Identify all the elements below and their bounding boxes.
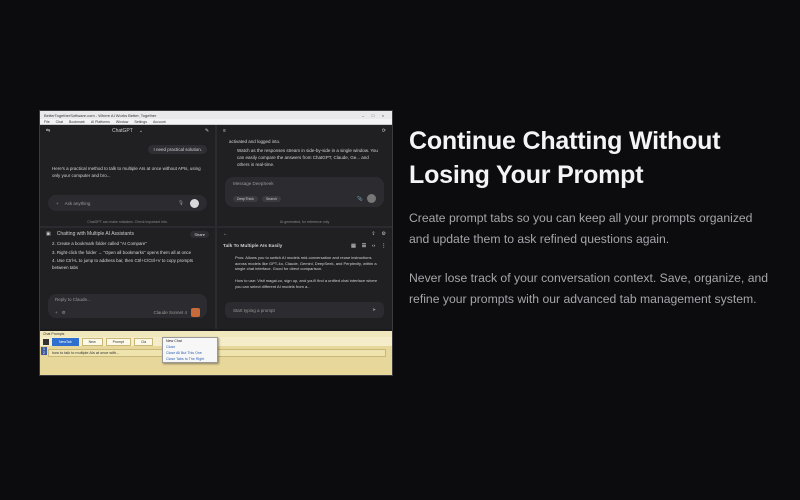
code-icon[interactable]: ‹› [372,244,375,249]
send-icon[interactable] [367,194,376,203]
deepthink-toggle[interactable]: DeepThink [233,195,258,202]
magai-bullet-2: How to use: Visit magai.co, sign up, and… [235,278,378,289]
tab-new[interactable]: New [81,337,103,346]
magai-pane: ← ⇪ ⚙ Talk To Multiple AIs Easily ▤ ☰ ‹›… [217,228,392,329]
deepseek-pane: ≡ ⟳ activated and logged into. Watch as … [217,125,392,226]
menu-bookmark[interactable]: Bookmark [69,120,85,124]
window-titlebar: BetterTogetherSoftware.com - Where AI Wo… [40,111,392,119]
list-item: 2. Create a bookmark folder called "AI C… [52,241,147,246]
search-toggle[interactable]: Search [261,195,282,202]
panel-icon [43,338,49,345]
menu-chat[interactable]: Chat [56,120,63,124]
menu-file[interactable]: File [44,120,50,124]
more-icon[interactable]: ⋮ [381,244,386,249]
sidebar-toggle-icon[interactable]: ▣ [46,231,51,237]
line-numbers: 12 [41,347,47,355]
chat-prompts-panel: Chat Prompts NewTab New Prompt Cla 12 ho… [40,331,392,375]
tab-prompt[interactable]: Prompt [105,337,131,346]
step-text: Create a bookmark folder called "AI Comp… [56,241,147,246]
claude-input[interactable]: Reply to Claude... + ⚙ Claude Sonnet 4 [48,294,207,318]
chat-grid: ⇆ ChatGPT ⌄ ✎ I need practical solution.… [40,125,392,329]
chevron-down-icon: ⌄ [138,128,144,134]
minimize-icon[interactable]: – [358,113,368,118]
plus-icon[interactable]: + [55,310,58,315]
menu-icon[interactable]: ≡ [223,128,226,134]
close-icon[interactable]: × [378,113,388,118]
claude-input-placeholder: Reply to Claude... [55,297,91,302]
magai-input[interactable]: Start typing a prompt ➤ [225,302,384,318]
tools-icon[interactable]: ⚙ [62,310,66,316]
step-text: Right-click the folder → "Open all bookm… [56,249,192,255]
share-icon[interactable]: ⇪ [371,231,375,237]
deepseek-input[interactable]: Message DeepSeek DeepThink Search 📎 [225,177,384,207]
magai-bullet-1: Pros: Allows you to switch AI models mid… [235,255,377,271]
assistant-reply: Here's a practical method to talk to mul… [52,166,201,178]
chatgpt-input-placeholder: Ask anything [64,200,91,206]
claude-pane: ▣ Chatting with Multiple AI Assistants S… [40,228,215,329]
claude-chat-title[interactable]: Chatting with Multiple AI Assistants [57,231,185,237]
user-message: I need practical solution. [148,145,207,154]
share-button[interactable]: Share [190,230,209,238]
maximize-icon[interactable]: □ [368,113,378,118]
magai-chat-title: Talk To Multiple AIs Easily [223,243,283,249]
voice-mode-icon[interactable] [190,198,199,208]
magai-input-placeholder: Start typing a prompt [233,307,275,313]
menu-ai-platforms[interactable]: AI Platforms [91,120,110,124]
doc-icon[interactable]: ▤ [351,244,356,249]
window-title: BetterTogetherSoftware.com - Where AI Wo… [44,112,157,118]
mic-icon[interactable]: 🎙 [178,200,184,206]
deepseek-line2: Watch as the responses stream in side-by… [237,148,378,167]
claude-model-selector[interactable]: Claude Sonnet 4 [153,310,187,315]
deepseek-input-placeholder: Message DeepSeek [233,181,274,186]
menu-settings[interactable]: Settings [134,120,147,124]
hero-paragraph-1: Create prompt tabs so you can keep all y… [409,211,753,246]
hero-paragraph-2: Never lose track of your conversation co… [409,271,769,306]
sidebar-toggle-icon[interactable]: ⇆ [46,128,50,134]
hero-section: Continue Chatting Without Losing Your Pr… [409,124,769,310]
list-icon[interactable]: ☰ [362,244,366,249]
new-chat-icon[interactable]: ✎ [205,128,209,134]
deepseek-footer: AI-generated, for reference only [279,220,330,224]
back-icon[interactable]: ← [223,231,228,237]
menu-window[interactable]: Window [116,120,128,124]
chatgpt-pane: ⇆ ChatGPT ⌄ ✎ I need practical solution.… [40,125,215,226]
plus-icon[interactable]: + [56,201,59,206]
send-icon[interactable]: ➤ [372,307,376,313]
menu-account[interactable]: Account [153,120,166,124]
tab-context-menu: New Chat Close Close All But This One Cl… [162,337,218,363]
deepseek-line1: activated and logged into. [229,139,281,144]
chatgpt-model-label[interactable]: ChatGPT [112,128,133,134]
app-screenshot: BetterTogetherSoftware.com - Where AI Wo… [39,110,393,376]
attach-icon[interactable]: 📎 [357,196,363,202]
search-label: Search [265,196,278,201]
settings-icon[interactable]: ⚙ [382,231,386,237]
send-icon[interactable] [191,308,200,317]
tab-newtab[interactable]: NewTab [52,337,79,346]
hero-headline: Continue Chatting Without Losing Your Pr… [409,127,721,189]
list-item: 3. Right-click the folder → "Open all bo… [52,249,192,255]
new-chat-icon[interactable]: ⟳ [382,128,386,134]
ctx-close-right[interactable]: Close Tabs to The Right [163,356,217,362]
step-text: Use Ctrl+L to jump to address bar, then … [52,258,194,270]
deepthink-label: DeepThink [237,196,254,201]
claude-steps: 2. Create a bookmark folder called "AI C… [52,241,205,273]
list-item: 4. Use Ctrl+L to jump to address bar, th… [52,258,194,270]
chatgpt-input[interactable]: + Ask anything 🎙 [48,195,207,211]
chatgpt-footer: ChatGPT can make mistakes. Check importa… [87,220,168,224]
tab-cla[interactable]: Cla [133,337,154,346]
